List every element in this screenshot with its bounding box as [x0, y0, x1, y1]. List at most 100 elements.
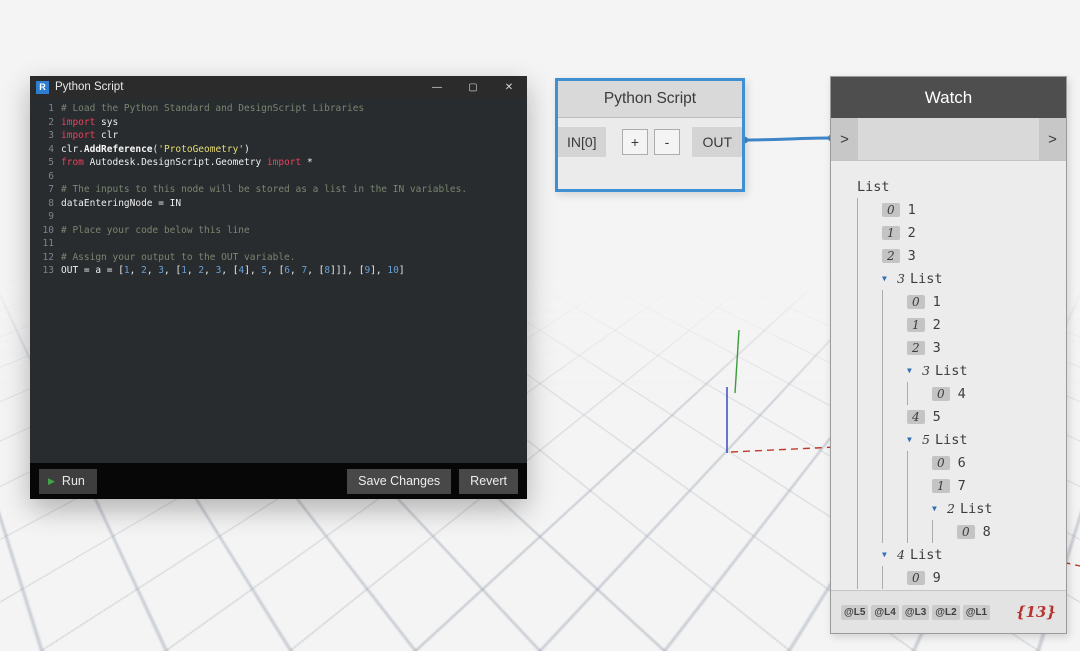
item-value: 4 [958, 386, 966, 402]
tree-guide-line [882, 405, 907, 428]
item-value: 2 [908, 225, 916, 241]
code-text: import clr [61, 129, 118, 143]
tree-guide-line [857, 382, 882, 405]
collapse-arrow-icon[interactable]: ▼ [882, 274, 897, 283]
index-badge: 2 [882, 249, 900, 263]
code-line: 8 dataEnteringNode = IN [30, 197, 527, 211]
list-label: List [910, 547, 943, 563]
line-number: 9 [30, 210, 61, 224]
level-badge[interactable]: @L1 [963, 605, 990, 620]
wire-path[interactable] [745, 138, 831, 140]
editor-footer: ▶ Run Save Changes Revert [30, 463, 527, 499]
index-badge: 1 [907, 318, 925, 332]
minimize-icon[interactable]: — [419, 76, 455, 98]
close-icon[interactable]: ✕ [491, 76, 527, 98]
tree-guide-line [857, 543, 882, 566]
index-badge: 0 [932, 456, 950, 470]
code-line: 4 clr.AddReference('ProtoGeometry') [30, 143, 527, 157]
level-badge[interactable]: @L4 [871, 605, 898, 620]
add-input-button[interactable]: + [622, 129, 648, 155]
watch-node-title[interactable]: Watch [831, 77, 1066, 118]
code-line: 2 import sys [30, 116, 527, 130]
watch-item-row: 17 [857, 474, 1066, 497]
index-badge: 1 [932, 479, 950, 493]
tree-guide-line [907, 382, 932, 405]
list-index: 3 [922, 363, 930, 378]
watch-item-row: 45 [857, 405, 1066, 428]
line-number: 3 [30, 129, 61, 143]
level-badge[interactable]: @L5 [841, 605, 868, 620]
line-number: 6 [30, 170, 61, 184]
editor-titlebar[interactable]: R Python Script — ▢ ✕ [30, 76, 527, 98]
watch-item-row: 23 [857, 336, 1066, 359]
tree-guide-line [882, 336, 907, 359]
line-number: 7 [30, 183, 61, 197]
watch-list-row[interactable]: ▼ 3 List [857, 359, 1066, 382]
collapse-arrow-icon[interactable]: ▼ [907, 435, 922, 444]
tree-guide-line [857, 336, 882, 359]
run-play-icon: ▶ [48, 476, 55, 487]
tree-guide-line [882, 290, 907, 313]
save-changes-button[interactable]: Save Changes [347, 469, 451, 494]
watch-item-row: 08 [857, 520, 1066, 543]
code-line: 6 [30, 170, 527, 184]
level-badge[interactable]: @L2 [932, 605, 959, 620]
maximize-icon[interactable]: ▢ [455, 76, 491, 98]
watch-list-row[interactable]: ▼ 2 List [857, 497, 1066, 520]
watch-node[interactable]: Watch > > List 0 1 1 2 2 3 ▼ 3 List 0 1 1 2 2 3 ▼ 3 List 0 4… [830, 76, 1067, 634]
watch-item-row: 12 [857, 313, 1066, 336]
index-badge: 2 [907, 341, 925, 355]
run-button[interactable]: ▶ Run [39, 469, 97, 494]
tree-guide-line [882, 566, 907, 589]
tree-guide-line [907, 497, 932, 520]
tree-guide-line [857, 198, 882, 221]
tree-guide-line [857, 290, 882, 313]
node-wire[interactable] [742, 135, 834, 143]
window-controls: — ▢ ✕ [419, 76, 527, 98]
tree-guide-line [857, 359, 882, 382]
level-badge[interactable]: @L3 [902, 605, 929, 620]
index-badge: 0 [882, 203, 900, 217]
code-line: 13 OUT = a = [1, 2, 3, [1, 2, 3, [4], 5, … [30, 264, 527, 278]
collapse-arrow-icon[interactable]: ▼ [907, 366, 922, 375]
watch-output-port[interactable]: > [1039, 118, 1066, 160]
tree-guide-line [857, 267, 882, 290]
python-node-title[interactable]: Python Script [558, 81, 742, 118]
tree-guide-line [857, 520, 882, 543]
list-index: 5 [922, 432, 930, 447]
watch-input-port[interactable]: > [831, 118, 858, 160]
watch-list-row[interactable]: ▼ 4 List [857, 543, 1066, 566]
watch-list-row[interactable]: ▼ 5 List [857, 428, 1066, 451]
line-number: 2 [30, 116, 61, 130]
code-line: 7 # The inputs to this node will be store… [30, 183, 527, 197]
collapse-arrow-icon[interactable]: ▼ [882, 550, 897, 559]
tree-guide-line [857, 405, 882, 428]
code-text: dataEnteringNode = IN [61, 197, 181, 211]
list-count-badge: {13} [1016, 603, 1056, 621]
watch-list-row[interactable]: List [857, 175, 1066, 198]
revert-button[interactable]: Revert [459, 469, 518, 494]
tree-guide-line [882, 520, 907, 543]
item-value: 6 [958, 455, 966, 471]
tree-guide-line [932, 520, 957, 543]
code-line: 3 import clr [30, 129, 527, 143]
item-value: 9 [933, 570, 941, 586]
list-index: 2 [947, 501, 955, 516]
list-label: List [857, 179, 890, 195]
tree-guide-line [882, 451, 907, 474]
dynamo-workspace-canvas[interactable]: R Python Script — ▢ ✕ 1 # Load the Python… [0, 0, 1080, 651]
tree-guide-line [882, 474, 907, 497]
input-port-in0[interactable]: IN[0] [558, 127, 606, 157]
python-script-node[interactable]: Python Script IN[0] + - OUT [555, 78, 745, 192]
item-value: 3 [908, 248, 916, 264]
item-value: 1 [908, 202, 916, 218]
watch-list-row[interactable]: ▼ 3 List [857, 267, 1066, 290]
line-number: 5 [30, 156, 61, 170]
output-port-out[interactable]: OUT [692, 127, 742, 157]
collapse-arrow-icon[interactable]: ▼ [932, 504, 947, 513]
window-icon: R [36, 81, 49, 94]
watch-item-row: 01 [857, 198, 1066, 221]
line-number: 11 [30, 237, 61, 251]
code-area[interactable]: 1 # Load the Python Standard and DesignSc… [30, 98, 527, 463]
remove-input-button[interactable]: - [654, 129, 680, 155]
